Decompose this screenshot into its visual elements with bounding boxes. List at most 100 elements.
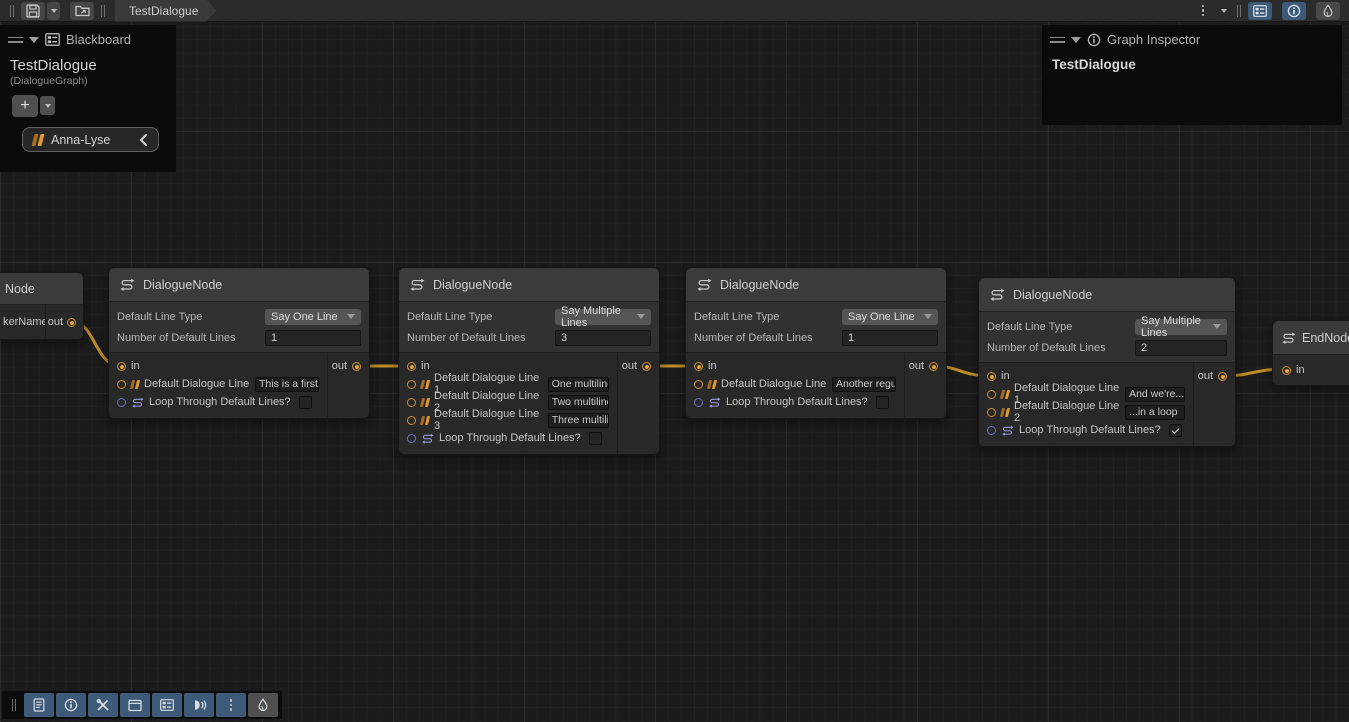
top-toolbar: TestDialogue <box>0 0 1349 22</box>
line-port-icon[interactable] <box>987 408 996 417</box>
dialogue-line-input[interactable]: And we're... <box>1125 387 1185 402</box>
out-port-icon[interactable] <box>1218 372 1227 381</box>
dialogue-button[interactable] <box>184 693 214 717</box>
line-count-input[interactable]: 3 <box>555 330 651 346</box>
out-port-icon[interactable] <box>642 362 651 371</box>
start-node-title: Node <box>0 273 83 305</box>
line-count-input[interactable]: 2 <box>1135 340 1227 356</box>
dialogue-line-input[interactable]: Another regu <box>832 377 896 392</box>
add-variable-button[interactable]: + <box>12 95 38 117</box>
flame-button[interactable] <box>248 693 278 717</box>
dialogue-flow-icon <box>1281 332 1296 344</box>
dialogue-node-3[interactable]: DialogueNode Default Line Type Say One L… <box>685 267 947 419</box>
dialogue-flow-icon <box>409 278 425 291</box>
dialogue-node-4[interactable]: DialogueNode Default Line Type Say Multi… <box>978 277 1236 447</box>
dialogue-flow-icon <box>696 278 712 291</box>
more-button[interactable] <box>216 693 246 717</box>
save-options-button[interactable] <box>47 2 60 20</box>
dialogue-flow-icon <box>989 288 1005 301</box>
line-port-icon[interactable] <box>407 380 416 389</box>
line-port-icon[interactable] <box>694 380 703 389</box>
flame-icon <box>1322 4 1334 18</box>
chevron-left-icon[interactable] <box>138 133 148 147</box>
overflow-menu-caret[interactable] <box>1217 2 1230 20</box>
toggle-inspector-button[interactable] <box>1282 2 1306 20</box>
foldout-triangle-icon[interactable] <box>29 37 39 43</box>
out-port-icon[interactable] <box>352 362 361 371</box>
line-type-dropdown[interactable]: Say One Line <box>842 309 938 325</box>
line-type-dropdown[interactable]: Say Multiple Lines <box>555 309 651 325</box>
inspector-button[interactable] <box>56 693 86 717</box>
node-title[interactable]: DialogueNode <box>686 268 946 302</box>
line-count-input[interactable]: 1 <box>265 330 361 346</box>
graph-inspector-header[interactable]: Graph Inspector <box>1042 25 1342 51</box>
dialogue-line-input[interactable]: This is a first <box>255 377 319 392</box>
toggle-blackboard-button[interactable] <box>1248 2 1272 20</box>
add-variable-options-button[interactable] <box>40 96 55 115</box>
start-node-title-label: Node <box>5 282 35 296</box>
foldout-triangle-icon[interactable] <box>1071 37 1081 43</box>
drag-handle-icon[interactable] <box>8 37 23 43</box>
line-port-icon[interactable] <box>987 390 996 399</box>
dialogue-line-input[interactable]: One multiline <box>548 377 609 392</box>
end-node[interactable]: EndNode in <box>1272 320 1349 386</box>
out-port-icon[interactable] <box>67 318 76 327</box>
loop-icon <box>708 397 721 408</box>
info-icon <box>1087 33 1101 47</box>
loop-checkbox[interactable] <box>876 396 889 409</box>
out-port-icon[interactable] <box>929 362 938 371</box>
loop-port-icon[interactable] <box>407 434 416 443</box>
dropdown-caret-icon <box>924 314 932 319</box>
toolbar-drag-handle[interactable] <box>101 5 105 17</box>
line-count-input[interactable]: 1 <box>842 330 938 346</box>
window-button[interactable] <box>120 693 150 717</box>
dialogue-node-1[interactable]: DialogueNode Default Line Type Say One L… <box>108 267 370 419</box>
toolbar-drag-handle[interactable] <box>12 699 16 711</box>
tab-testdialogue[interactable]: TestDialogue <box>115 0 216 22</box>
loop-icon <box>131 397 144 408</box>
node-title[interactable]: DialogueNode <box>109 268 369 302</box>
loop-port-icon[interactable] <box>987 426 996 435</box>
start-node-out-port[interactable]: out <box>45 305 83 339</box>
loop-port-icon[interactable] <box>694 398 703 407</box>
dialogue-line-input[interactable]: Two multiline <box>548 395 609 410</box>
toolbar-drag-handle[interactable] <box>1237 5 1241 17</box>
start-node-speaker-field[interactable]: kerName <box>0 305 45 339</box>
in-port-icon[interactable] <box>694 362 703 371</box>
dialogue-line-input[interactable]: Three multili <box>548 413 609 428</box>
line-type-dropdown[interactable]: Say One Line <box>265 309 361 325</box>
line-count-label: Number of Default Lines <box>117 332 265 344</box>
quote-icon <box>421 416 429 425</box>
save-button[interactable] <box>21 2 45 20</box>
start-node[interactable]: Node kerName out <box>0 272 84 340</box>
line-port-icon[interactable] <box>117 380 126 389</box>
loop-checkbox[interactable] <box>1169 424 1182 437</box>
blackboard-icon <box>45 33 60 46</box>
toolbar-drag-handle[interactable] <box>10 5 14 17</box>
in-port-icon[interactable] <box>987 372 996 381</box>
open-asset-button[interactable] <box>70 2 94 20</box>
line-type-dropdown[interactable]: Say Multiple Lines <box>1135 319 1227 335</box>
loop-checkbox[interactable] <box>299 396 312 409</box>
in-port-icon[interactable] <box>117 362 126 371</box>
blackboard-variable-anna-lyse[interactable]: Anna-Lyse <box>22 127 159 152</box>
in-port-icon[interactable] <box>1282 366 1291 375</box>
toggle-flame-button[interactable] <box>1316 2 1340 20</box>
drag-handle-icon[interactable] <box>1050 37 1065 43</box>
line-port-icon[interactable] <box>407 416 416 425</box>
node-title[interactable]: DialogueNode <box>399 268 659 302</box>
line-port-icon[interactable] <box>407 398 416 407</box>
overflow-menu-button[interactable] <box>1191 2 1215 20</box>
loop-checkbox[interactable] <box>589 432 602 445</box>
dialogue-node-2[interactable]: DialogueNode Default Line Type Say Multi… <box>398 267 660 455</box>
node-title[interactable]: DialogueNode <box>979 278 1235 312</box>
dialogue-line-input[interactable]: ...in a loop <box>1125 405 1185 420</box>
loop-port-icon[interactable] <box>117 398 126 407</box>
console-button[interactable] <box>24 693 54 717</box>
dropdown-caret-icon <box>347 314 355 319</box>
blackboard-header[interactable]: Blackboard <box>0 25 176 51</box>
in-port-icon[interactable] <box>407 362 416 371</box>
folder-icon <box>75 4 90 17</box>
blackboard-button[interactable] <box>152 693 182 717</box>
tools-button[interactable] <box>88 693 118 717</box>
